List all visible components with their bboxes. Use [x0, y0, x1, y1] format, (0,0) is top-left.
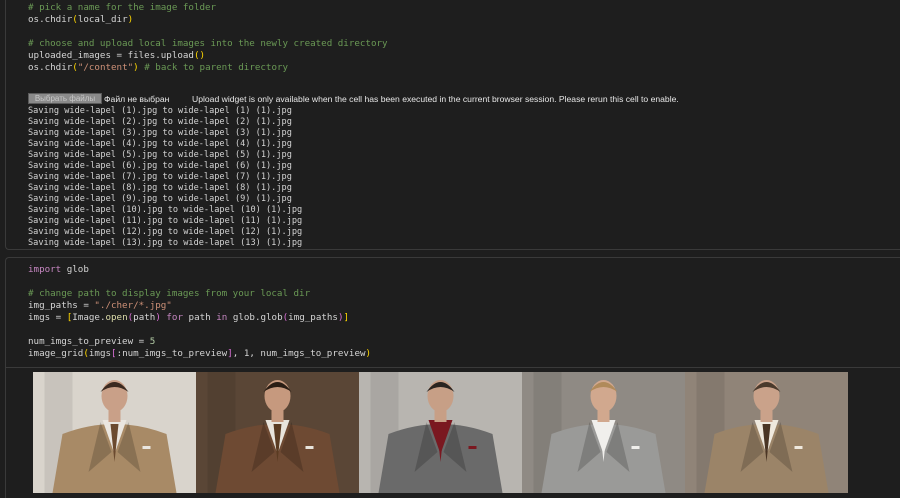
- code-token: , 1, num_imgs_to_preview: [232, 348, 366, 359]
- code-token: local_dir: [77, 14, 128, 25]
- preview-image-1: [33, 372, 196, 493]
- code-token: "./cher/*.jpg": [94, 300, 172, 311]
- code-line[interactable]: os.chdir("/content") # back to parent di…: [28, 62, 388, 74]
- preview-image-4: [522, 372, 685, 493]
- code-token: path: [183, 312, 217, 323]
- image-grid-output: [33, 372, 848, 493]
- output-line: Saving wide-lapel (1).jpg to wide-lapel …: [28, 106, 292, 116]
- output-line: Saving wide-lapel (5).jpg to wide-lapel …: [28, 150, 292, 160]
- code-line[interactable]: import glob: [28, 264, 371, 276]
- code-token: ): [365, 348, 372, 359]
- output-line: Saving wide-lapel (11).jpg to wide-lapel…: [28, 216, 303, 226]
- code-token: 5: [149, 336, 156, 347]
- output-line: Saving wide-lapel (8).jpg to wide-lapel …: [28, 183, 292, 193]
- code-line[interactable]: [28, 26, 388, 38]
- code-token: # pick a name for the image folder: [28, 2, 217, 13]
- code-token: imgs =: [28, 312, 67, 323]
- output-line: Saving wide-lapel (2).jpg to wide-lapel …: [28, 117, 292, 127]
- output-line: Saving wide-lapel (7).jpg to wide-lapel …: [28, 172, 292, 182]
- code-token: # back to parent directory: [138, 62, 289, 73]
- code-token: os.chdir: [28, 62, 73, 73]
- preview-image-3: [359, 372, 522, 493]
- code-line[interactable]: # choose and upload local images into th…: [28, 38, 388, 50]
- output-line: Saving wide-lapel (10).jpg to wide-lapel…: [28, 205, 303, 215]
- code-editor-upload[interactable]: # pick a name for the image folder os.chd…: [28, 2, 388, 74]
- code-token: # change path to display images from you…: [28, 288, 311, 299]
- code-token: Image.: [72, 312, 106, 323]
- output-divider: [5, 367, 900, 368]
- code-token: open: [105, 312, 128, 323]
- code-token: ]: [343, 312, 350, 323]
- code-token: num_imgs_to_preview =: [28, 336, 150, 347]
- code-token: # choose and upload local images into th…: [28, 38, 388, 49]
- upload-log: Saving wide-lapel (1).jpg to wide-lapel …: [28, 106, 302, 249]
- preview-image-2: [196, 372, 359, 493]
- code-line[interactable]: # pick a name for the image folder: [28, 2, 388, 14]
- code-token: :num_imgs_to_preview: [116, 348, 228, 359]
- output-line: Saving wide-lapel (12).jpg to wide-lapel…: [28, 227, 303, 237]
- code-token: image_grid: [28, 348, 84, 359]
- code-line[interactable]: uploaded_images = files.upload(): [28, 50, 388, 62]
- code-token: imgs: [88, 348, 112, 359]
- code-line[interactable]: img_paths = "./cher/*.jpg": [28, 300, 371, 312]
- code-token: ): [127, 14, 134, 25]
- no-file-label: Файл не выбран: [104, 94, 170, 104]
- upload-widget: Выбрать файлы Файл не выбран Upload widg…: [28, 93, 679, 105]
- upload-widget-notice: Upload widget is only available when the…: [192, 94, 679, 104]
- code-token: uploaded_images = files.upload: [28, 50, 194, 61]
- code-token: "/content": [77, 62, 134, 73]
- code-token: os.chdir: [28, 14, 73, 25]
- choose-files-button[interactable]: Выбрать файлы: [28, 93, 102, 104]
- code-line[interactable]: [28, 276, 371, 288]
- preview-image-5: [685, 372, 848, 493]
- code-token: (): [193, 50, 206, 61]
- code-token: in: [216, 312, 228, 323]
- code-line[interactable]: # change path to display images from you…: [28, 288, 371, 300]
- code-editor-image-grid[interactable]: import glob # change path to display imag…: [28, 264, 371, 360]
- code-token: img_paths =: [28, 300, 95, 311]
- code-token: glob.glob: [227, 312, 283, 323]
- code-line[interactable]: os.chdir(local_dir): [28, 14, 388, 26]
- code-line[interactable]: imgs = [Image.open(path) for path in glo…: [28, 312, 371, 324]
- code-token: for: [160, 312, 183, 323]
- output-line: Saving wide-lapel (3).jpg to wide-lapel …: [28, 128, 292, 138]
- code-token: import: [28, 264, 62, 275]
- code-line[interactable]: image_grid(imgs[:num_imgs_to_preview], 1…: [28, 348, 371, 360]
- code-token: path: [133, 312, 156, 323]
- output-line: Saving wide-lapel (13).jpg to wide-lapel…: [28, 238, 303, 248]
- output-line: Saving wide-lapel (6).jpg to wide-lapel …: [28, 161, 292, 171]
- code-line[interactable]: [28, 324, 371, 336]
- output-line: Saving wide-lapel (9).jpg to wide-lapel …: [28, 194, 292, 204]
- code-token: glob: [61, 264, 89, 275]
- cell-output-upload: Выбрать файлы Файл не выбран Upload widg…: [28, 93, 679, 249]
- code-line[interactable]: num_imgs_to_preview = 5: [28, 336, 371, 348]
- code-token: img_paths: [288, 312, 338, 323]
- output-line: Saving wide-lapel (4).jpg to wide-lapel …: [28, 139, 292, 149]
